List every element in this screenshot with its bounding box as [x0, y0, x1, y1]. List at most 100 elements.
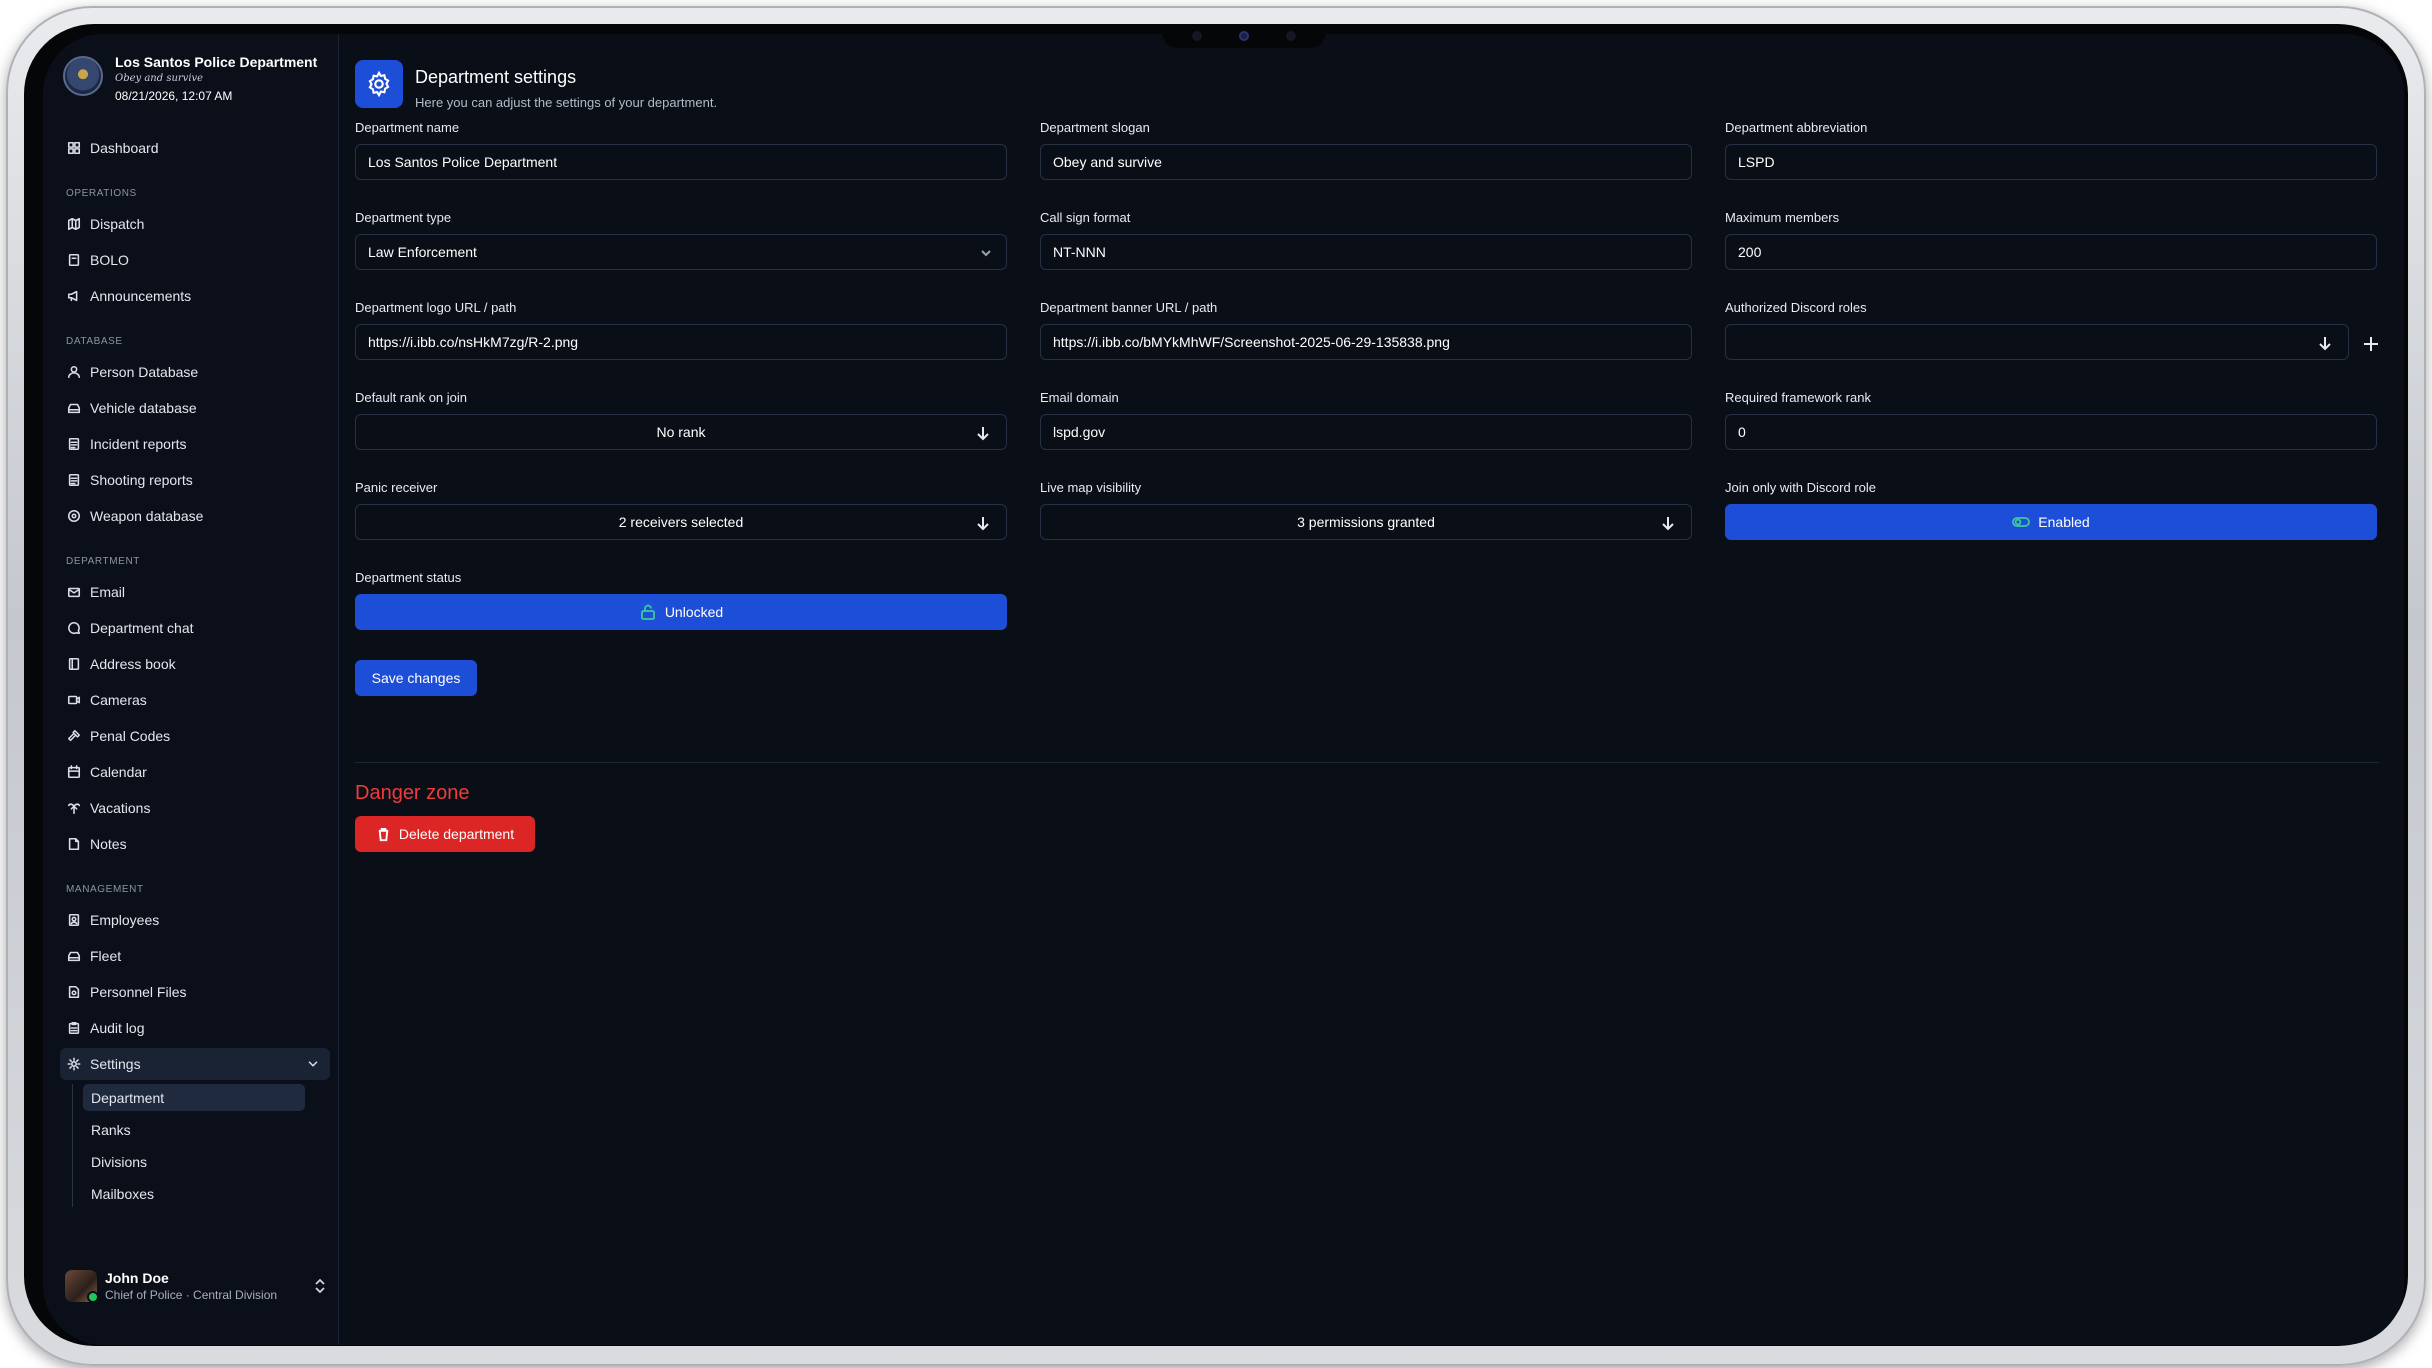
department-abbreviation-input[interactable]: LSPD	[1725, 144, 2377, 180]
map-icon	[66, 216, 82, 232]
sidebar-item-label: Dashboard	[90, 140, 159, 156]
sidebar-item-audit-log[interactable]: Audit log	[60, 1012, 330, 1044]
arrow-down-icon	[2319, 337, 2331, 351]
live-map-visibility-select[interactable]: 3 permissions granted	[1040, 504, 1692, 540]
chevron-down-icon	[981, 250, 991, 257]
camera-icon	[66, 692, 82, 708]
sidebar-item-label: Vacations	[90, 800, 151, 816]
sidebar-item-settings[interactable]: Settings	[60, 1048, 330, 1080]
sidebar-item-shooting-reports[interactable]: Shooting reports	[60, 464, 330, 496]
select-value: 2 receivers selected	[618, 514, 744, 530]
department-motto: Obey and survive	[115, 73, 204, 84]
department-status-toggle-button[interactable]: Unlocked	[355, 594, 1007, 630]
field-label: Required framework rank	[1725, 390, 1871, 405]
sidebar-item-bolo[interactable]: BOLO	[60, 244, 330, 276]
report-icon	[66, 472, 82, 488]
sidebar-item-email[interactable]: Email	[60, 576, 330, 608]
sidebar-item-label: Weapon database	[90, 508, 204, 524]
department-name-title: Los Santos Police Department	[115, 54, 318, 70]
sidebar-item-fleet[interactable]: Fleet	[60, 940, 330, 972]
framework-rank-input[interactable]: 0	[1725, 414, 2377, 450]
target-icon	[66, 508, 82, 524]
select-value: 3 permissions granted	[1297, 514, 1435, 530]
arrow-down-icon	[977, 517, 989, 531]
gear-icon	[355, 60, 403, 108]
field-label: Live map visibility	[1040, 480, 1142, 495]
select-value: No rank	[656, 424, 706, 440]
sidebar-item-dispatch[interactable]: Dispatch	[60, 208, 330, 240]
discord-roles-select[interactable]	[1725, 324, 2349, 360]
subnav-item-ranks[interactable]: Ranks	[83, 1116, 305, 1143]
avatar	[65, 1270, 99, 1303]
danger-zone-title: Danger zone	[355, 782, 470, 804]
field-default-rank: Default rank on join No rank	[355, 390, 1007, 450]
settings-subnav: Department Ranks Divisions Mailboxes	[72, 1084, 330, 1207]
sidebar-item-label: Address book	[90, 656, 176, 672]
panic-receiver-select[interactable]: 2 receivers selected	[355, 504, 1007, 540]
sidebar-item-label: Personnel Files	[90, 984, 187, 1000]
sidebar-item-address-book[interactable]: Address book	[60, 648, 330, 680]
sidebar-item-employees[interactable]: Employees	[60, 904, 330, 936]
sidebar-item-label: Fleet	[90, 948, 122, 964]
sidebar-item-penal-codes[interactable]: Penal Codes	[60, 720, 330, 752]
department-type-select[interactable]: Law Enforcement	[355, 234, 1007, 270]
discord-join-toggle-button[interactable]: Enabled	[1725, 504, 2377, 540]
calendar-icon	[66, 764, 82, 780]
field-label: Department status	[355, 570, 462, 585]
sidebar-item-notes[interactable]: Notes	[60, 828, 330, 860]
sidebar-item-label: Employees	[90, 912, 160, 928]
department-name-input[interactable]: Los Santos Police Department	[355, 144, 1007, 180]
arrow-down-icon	[1662, 517, 1674, 531]
user-menu[interactable]: John Doe Chief of Police · Central Divis…	[65, 1266, 327, 1306]
sidebar-item-person-database[interactable]: Person Database	[60, 356, 330, 388]
subnav-item-mailboxes[interactable]: Mailboxes	[83, 1180, 305, 1207]
sidebar-item-vacations[interactable]: Vacations	[60, 792, 330, 824]
sidebar-item-label: Calendar	[90, 764, 147, 780]
call-sign-format-input[interactable]: NT-NNN	[1040, 234, 1692, 270]
section-title-database: DATABASE	[66, 336, 123, 347]
sidebar-item-label: Notes	[90, 836, 127, 852]
brand-header: Los Santos Police Department Obey and su…	[63, 54, 317, 103]
sidebar-item-vehicle-database[interactable]: Vehicle database	[60, 392, 330, 424]
page-header: Department settings Here you can adjust …	[355, 60, 717, 110]
field-maximum-members: Maximum members 200	[1725, 210, 2377, 270]
sidebar-item-label: Vehicle database	[90, 400, 197, 416]
page-subtitle: Here you can adjust the settings of your…	[415, 95, 718, 110]
sidebar-item-label: Incident reports	[90, 436, 187, 452]
field-label: Department type	[355, 210, 452, 225]
default-rank-select[interactable]: No rank	[355, 414, 1007, 450]
camera-icon	[1239, 31, 1249, 41]
logo-url-input[interactable]: https://i.ibb.co/nsHkM7zg/R-2.png	[355, 324, 1007, 360]
subnav-item-department[interactable]: Department	[83, 1084, 305, 1111]
sidebar-item-announcements[interactable]: Announcements	[60, 280, 330, 312]
car-icon	[66, 400, 82, 416]
gavel-icon	[66, 728, 82, 744]
save-changes-button[interactable]: Save changes	[355, 660, 477, 696]
sidebar-item-personnel-files[interactable]: Personnel Files	[60, 976, 330, 1008]
maximum-members-input[interactable]: 200	[1725, 234, 2377, 270]
sidebar-item-incident-reports[interactable]: Incident reports	[60, 428, 330, 460]
sidebar-item-calendar[interactable]: Calendar	[60, 756, 330, 788]
field-discord-roles: Authorized Discord roles	[1725, 300, 2378, 360]
section-title-operations: OPERATIONS	[66, 188, 137, 199]
badge-icon	[66, 912, 82, 928]
note-icon	[66, 836, 82, 852]
dashboard-icon	[66, 140, 82, 156]
sidebar-item-label: Announcements	[90, 288, 192, 304]
field-label: Call sign format	[1040, 210, 1131, 225]
email-domain-input[interactable]: lspd.gov	[1040, 414, 1692, 450]
toggle-label: Enabled	[2038, 514, 2090, 530]
sidebar-item-label: Settings	[90, 1056, 141, 1072]
sidebar-item-weapon-database[interactable]: Weapon database	[60, 500, 330, 532]
report-icon	[66, 436, 82, 452]
department-slogan-input[interactable]: Obey and survive	[1040, 144, 1692, 180]
delete-department-button[interactable]: Delete department	[355, 816, 535, 852]
delete-button-label: Delete department	[398, 826, 515, 842]
sidebar-item-cameras[interactable]: Cameras	[60, 684, 330, 716]
sidebar-item-dashboard[interactable]: Dashboard	[60, 132, 330, 164]
subnav-item-divisions[interactable]: Divisions	[83, 1148, 305, 1175]
tablet-frame: Los Santos Police Department Obey and su…	[6, 6, 2426, 1366]
banner-url-input[interactable]: https://i.ibb.co/bMYkMhWF/Screenshot-202…	[1040, 324, 1692, 360]
sidebar-item-department-chat[interactable]: Department chat	[60, 612, 330, 644]
add-role-plus-icon[interactable]	[2361, 334, 2381, 354]
